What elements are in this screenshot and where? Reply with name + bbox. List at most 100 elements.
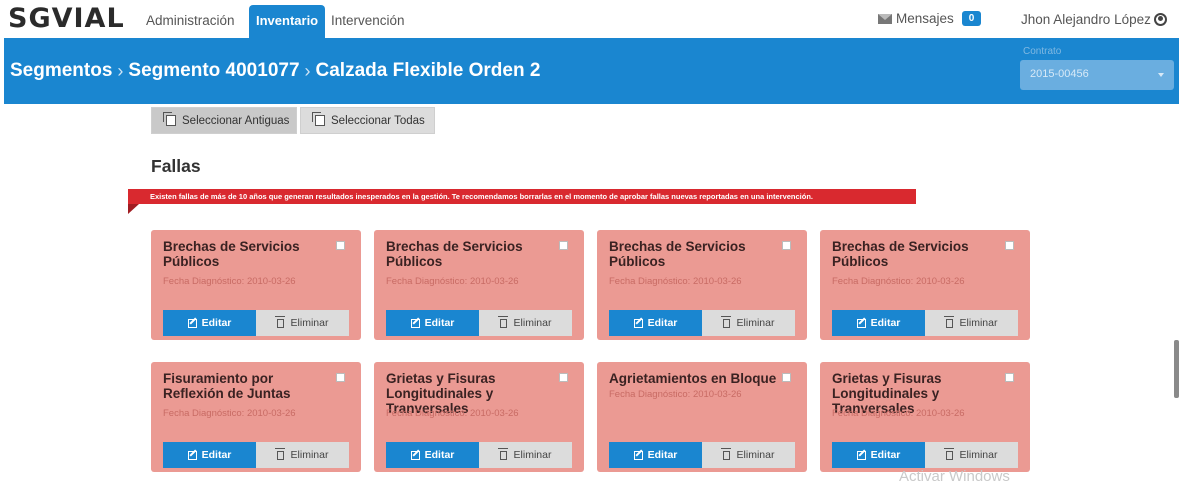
edit-label: Editar — [647, 449, 678, 461]
windows-activation-watermark: Activar Windows — [899, 468, 1010, 482]
falla-checkbox[interactable] — [559, 241, 568, 250]
falla-card: Fisuramiento por Reflexión de Juntas Fec… — [151, 362, 361, 472]
falla-card: Brechas de Servicios Públicos Fecha Diag… — [820, 230, 1030, 340]
warning-alert: Existen fallas de más de 10 años que gen… — [128, 189, 916, 204]
nav-inventario[interactable]: Inventario — [249, 5, 326, 38]
user-menu[interactable]: Jhon Alejandro López — [1021, 12, 1167, 27]
breadcrumb-current: Calzada Flexible Orden 2 — [315, 60, 541, 81]
breadcrumb-segmentos[interactable]: Segmentos — [10, 60, 112, 82]
edit-icon — [633, 450, 643, 460]
falla-checkbox[interactable] — [559, 373, 568, 382]
user-circle-icon — [1153, 13, 1167, 26]
delete-label: Eliminar — [513, 317, 552, 329]
falla-card: Brechas de Servicios Públicos Fecha Diag… — [374, 230, 584, 340]
trash-icon — [943, 315, 954, 328]
contract-selector: Contrato 2015-00456 — [1020, 46, 1175, 90]
contract-select[interactable]: 2015-00456 — [1020, 60, 1174, 90]
chevron-right-icon: › — [304, 60, 311, 81]
falla-card: Grietas y Fisuras Longitudinales y Tranv… — [820, 362, 1030, 472]
select-all-button[interactable]: Seleccionar Todas — [300, 107, 435, 134]
falla-card: Agrietamientos en Bloque Fecha Diagnósti… — [597, 362, 807, 472]
delete-label: Eliminar — [290, 449, 329, 461]
falla-checkbox[interactable] — [1005, 241, 1014, 250]
select-old-label: Seleccionar Antiguas — [182, 114, 290, 127]
delete-button[interactable]: Eliminar — [702, 442, 795, 468]
edit-icon — [410, 450, 420, 460]
trash-icon — [497, 315, 508, 328]
edit-button[interactable]: Editar — [609, 442, 702, 468]
nav-intervencion[interactable]: Intervención — [331, 13, 405, 28]
delete-button[interactable]: Eliminar — [479, 442, 572, 468]
copy-icon — [312, 112, 325, 126]
messages-count-badge: 0 — [961, 11, 982, 26]
edit-icon — [187, 450, 197, 460]
edit-label: Editar — [647, 317, 678, 329]
app-logo[interactable]: SGVIAL — [8, 3, 125, 34]
messages-label: Mensajes — [896, 11, 954, 26]
edit-button[interactable]: Editar — [386, 442, 479, 468]
messages-link[interactable]: Mensajes 0 — [878, 11, 982, 26]
edit-label: Editar — [424, 317, 455, 329]
falla-title: Brechas de Servicios Públicos — [386, 239, 523, 269]
edit-button[interactable]: Editar — [386, 310, 479, 336]
breadcrumb: Segmentos › Segmento 4001077 › Calzada F… — [10, 60, 540, 82]
edit-label: Editar — [870, 449, 901, 461]
falla-date: Fecha Diagnóstico: 2010-03-26 — [386, 276, 519, 287]
scrollbar-thumb[interactable] — [1174, 340, 1179, 398]
delete-label: Eliminar — [290, 317, 329, 329]
delete-button[interactable]: Eliminar — [925, 310, 1018, 336]
falla-checkbox[interactable] — [782, 373, 791, 382]
chevron-right-icon: › — [117, 60, 124, 81]
edit-label: Editar — [201, 317, 232, 329]
trash-icon — [274, 315, 285, 328]
copy-icon — [163, 112, 176, 126]
trash-icon — [720, 447, 731, 460]
edit-icon — [856, 318, 866, 328]
alert-ribbon-fold — [128, 204, 139, 214]
delete-button[interactable]: Eliminar — [925, 442, 1018, 468]
delete-button[interactable]: Eliminar — [702, 310, 795, 336]
edit-button[interactable]: Editar — [163, 442, 256, 468]
delete-label: Eliminar — [513, 449, 552, 461]
nav-administracion[interactable]: Administración — [146, 13, 235, 28]
edit-label: Editar — [424, 449, 455, 461]
page-header: Segmentos › Segmento 4001077 › Calzada F… — [4, 38, 1179, 104]
edit-button[interactable]: Editar — [832, 310, 925, 336]
falla-date: Fecha Diagnóstico: 2010-03-26 — [832, 408, 965, 419]
falla-checkbox[interactable] — [1005, 373, 1014, 382]
edit-icon — [856, 450, 866, 460]
contract-label: Contrato — [1023, 46, 1062, 57]
falla-title: Agrietamientos en Bloque — [609, 371, 777, 386]
delete-button[interactable]: Eliminar — [256, 442, 349, 468]
falla-date: Fecha Diagnóstico: 2010-03-26 — [609, 389, 742, 400]
falla-date: Fecha Diagnóstico: 2010-03-26 — [163, 276, 296, 287]
edit-icon — [410, 318, 420, 328]
section-title: Fallas — [151, 156, 201, 176]
delete-button[interactable]: Eliminar — [479, 310, 572, 336]
edit-button[interactable]: Editar — [832, 442, 925, 468]
caret-down-icon — [1158, 73, 1164, 77]
falla-date: Fecha Diagnóstico: 2010-03-26 — [163, 408, 296, 419]
trash-icon — [497, 447, 508, 460]
falla-checkbox[interactable] — [336, 241, 345, 250]
delete-button[interactable]: Eliminar — [256, 310, 349, 336]
edit-label: Editar — [201, 449, 232, 461]
falla-card: Brechas de Servicios Públicos Fecha Diag… — [151, 230, 361, 340]
select-old-button[interactable]: Seleccionar Antiguas — [151, 107, 297, 134]
falla-title: Brechas de Servicios Públicos — [609, 239, 746, 269]
delete-label: Eliminar — [736, 317, 775, 329]
delete-label: Eliminar — [736, 449, 775, 461]
edit-button[interactable]: Editar — [609, 310, 702, 336]
user-name: Jhon Alejandro López — [1021, 12, 1151, 27]
falla-date: Fecha Diagnóstico: 2010-03-26 — [609, 276, 742, 287]
falla-checkbox[interactable] — [336, 373, 345, 382]
falla-card: Brechas de Servicios Públicos Fecha Diag… — [597, 230, 807, 340]
edit-button[interactable]: Editar — [163, 310, 256, 336]
falla-checkbox[interactable] — [782, 241, 791, 250]
falla-date: Fecha Diagnóstico: 2010-03-26 — [832, 276, 965, 287]
falla-date: Fecha Diagnóstico: 2010-03-26 — [386, 408, 519, 419]
trash-icon — [720, 315, 731, 328]
envelope-icon — [878, 13, 892, 24]
breadcrumb-segmento[interactable]: Segmento 4001077 — [128, 60, 299, 82]
falla-title: Brechas de Servicios Públicos — [163, 239, 300, 269]
